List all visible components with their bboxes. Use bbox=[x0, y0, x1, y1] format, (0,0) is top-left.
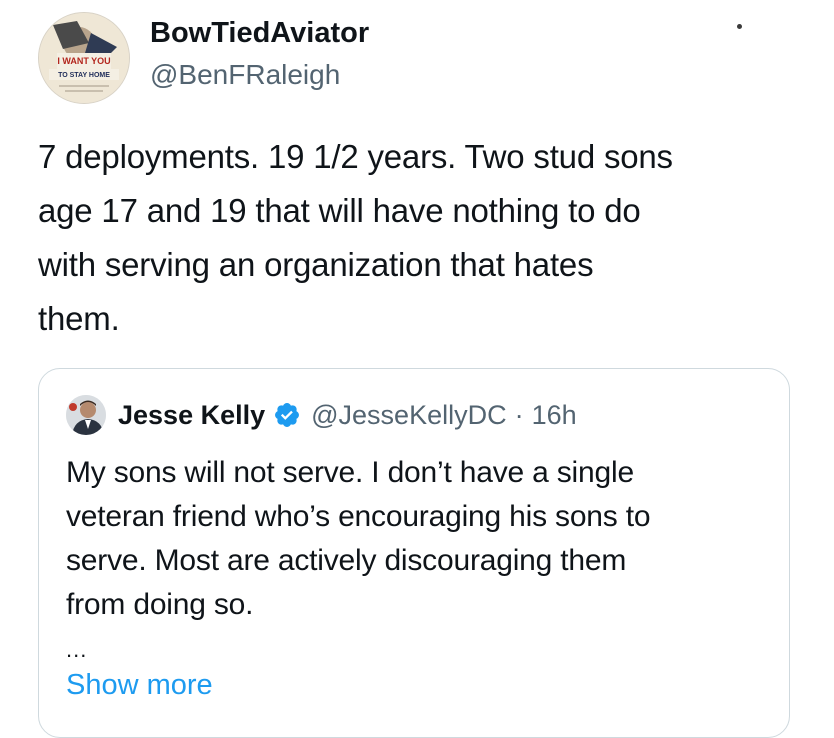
quoted-author-avatar[interactable] bbox=[66, 395, 106, 435]
author-avatar[interactable]: I WANT YOU TO STAY HOME bbox=[38, 12, 130, 104]
svg-text:TO STAY HOME: TO STAY HOME bbox=[58, 72, 110, 79]
quoted-tweet-header: Jesse Kelly @JesseKellyDC · 16h bbox=[66, 395, 577, 435]
quoted-line: veteran friend who’s encouraging his son… bbox=[66, 500, 651, 533]
truncation-ellipsis: ... bbox=[66, 637, 88, 662]
quoted-line: from doing so. bbox=[66, 588, 254, 621]
author-handle[interactable]: @BenFRaleigh bbox=[150, 58, 369, 92]
author-info: BowTiedAviator @BenFRaleigh bbox=[150, 16, 369, 92]
quoted-line: My sons will not serve. I don’t have a s… bbox=[66, 456, 634, 489]
quoted-tweet-card[interactable]: Jesse Kelly @JesseKellyDC · 16h My sons … bbox=[38, 368, 790, 738]
show-more-link[interactable]: Show more bbox=[66, 669, 213, 702]
quoted-line: serve. Most are actively discouraging th… bbox=[66, 544, 627, 577]
tweet-line: age 17 and 19 that will have nothing to … bbox=[38, 192, 641, 229]
more-options-icon[interactable] bbox=[737, 24, 742, 29]
tweet-header: I WANT YOU TO STAY HOME BowTiedAviator @… bbox=[38, 10, 814, 104]
tweet-body: 7 deployments. 19 1/2 years. Two stud so… bbox=[38, 130, 818, 346]
uncle-sam-poster-avatar: I WANT YOU TO STAY HOME bbox=[39, 13, 129, 103]
quoted-tweet-body: My sons will not serve. I don’t have a s… bbox=[66, 451, 766, 627]
tweet-line: 7 deployments. 19 1/2 years. Two stud so… bbox=[38, 138, 673, 175]
header-separator: · bbox=[514, 399, 524, 430]
verified-badge-icon bbox=[275, 403, 300, 427]
person-avatar-icon bbox=[66, 395, 106, 435]
quoted-author-name[interactable]: Jesse Kelly bbox=[118, 400, 265, 431]
svg-text:I WANT YOU: I WANT YOU bbox=[57, 56, 110, 66]
tweet-line: with serving an organization that hates bbox=[38, 246, 594, 283]
quoted-timestamp[interactable]: 16h bbox=[532, 400, 577, 431]
tweet-line: them. bbox=[38, 300, 120, 337]
quoted-author-handle[interactable]: @JesseKellyDC bbox=[311, 400, 506, 431]
tweet: I WANT YOU TO STAY HOME BowTiedAviator @… bbox=[0, 0, 834, 738]
author-display-name[interactable]: BowTiedAviator bbox=[150, 16, 369, 50]
